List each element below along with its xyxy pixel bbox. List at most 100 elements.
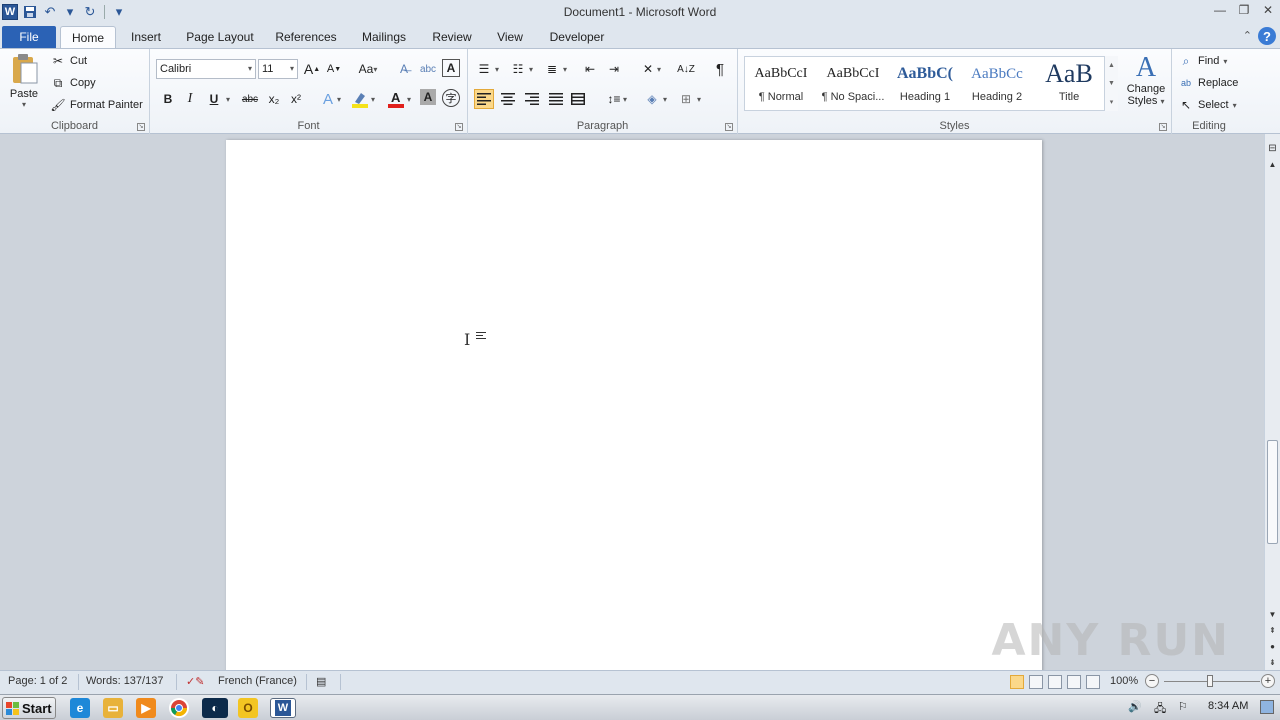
distributed-icon[interactable]	[568, 89, 588, 109]
previous-page-icon[interactable]: ⇞	[1265, 624, 1280, 636]
close-icon[interactable]: ✕	[1256, 0, 1280, 20]
font-size-box[interactable]: 11 ▾	[258, 59, 298, 79]
align-left-icon[interactable]	[474, 89, 494, 109]
select-button[interactable]: ↖ Select ▾	[1178, 95, 1237, 115]
zoom-out-icon[interactable]: −	[1145, 674, 1159, 688]
shading-icon[interactable]: ◈	[642, 89, 662, 109]
italic-button[interactable]: I	[180, 89, 200, 109]
paste-button[interactable]: Paste ▾	[6, 53, 42, 113]
tab-references[interactable]: References	[272, 26, 340, 48]
character-border-icon[interactable]: A	[442, 59, 460, 77]
font-color-dropdown-icon[interactable]: ▾	[404, 89, 414, 109]
scroll-down-icon[interactable]: ▼	[1265, 608, 1280, 620]
style-no-spacing[interactable]: AaBbCcI ¶ No Spaci...	[817, 57, 889, 110]
zoom-level[interactable]: 100%	[1110, 675, 1138, 687]
macro-recording-icon[interactable]: ▤	[316, 675, 326, 688]
document-page[interactable]: I	[226, 140, 1042, 670]
volume-icon[interactable]: 🔊	[1128, 700, 1142, 713]
borders-icon[interactable]: ⊞	[676, 89, 696, 109]
network-icon[interactable]: 🖧	[1154, 700, 1166, 719]
tab-page-layout[interactable]: Page Layout	[182, 26, 258, 48]
tab-file[interactable]: File	[2, 26, 56, 48]
tab-insert[interactable]: Insert	[126, 26, 166, 48]
tab-view[interactable]: View	[492, 26, 528, 48]
word-logo-icon[interactable]: W	[2, 4, 18, 20]
paste-dropdown-icon[interactable]: ▾	[6, 100, 42, 109]
styles-more-icon[interactable]: ▾	[1110, 98, 1114, 106]
ruler-toggle-icon[interactable]: ⊟	[1265, 142, 1280, 154]
language[interactable]: French (France)	[218, 675, 297, 687]
clock[interactable]: 8:34 AM	[1208, 700, 1248, 712]
shading-dropdown-icon[interactable]: ▾	[660, 89, 670, 109]
restore-icon[interactable]: ❐	[1232, 0, 1256, 20]
edge-icon[interactable]: ◐	[202, 698, 228, 718]
full-screen-reading-view-icon[interactable]	[1029, 675, 1043, 689]
word-count[interactable]: Words: 137/137	[86, 675, 163, 687]
document-area[interactable]: I ANY RUN	[0, 134, 1264, 670]
style-heading-2[interactable]: AaBbCc Heading 2	[961, 57, 1033, 110]
save-icon[interactable]	[22, 4, 38, 20]
scroll-thumb[interactable]	[1267, 440, 1278, 544]
change-case-button[interactable]: Aa ▾	[354, 59, 382, 79]
action-center-flag-icon[interactable]: ⚐	[1178, 700, 1188, 713]
word-taskbar-icon[interactable]: W	[270, 698, 296, 718]
paragraph-launcher-icon[interactable]: ↘	[725, 123, 733, 131]
outline-view-icon[interactable]	[1067, 675, 1081, 689]
vertical-scrollbar[interactable]: ⊟ ▲ ▼ ⇞ ● ⇟	[1264, 134, 1280, 670]
numbering-icon[interactable]: ☷	[508, 59, 528, 79]
page-count[interactable]: Page: 1 of 2	[8, 675, 67, 687]
sort-icon[interactable]: A↓Z	[676, 59, 696, 79]
replace-button[interactable]: ab Replace	[1178, 73, 1238, 93]
phonetic-guide-icon[interactable]: abc	[418, 59, 438, 79]
undo-icon[interactable]: ↶	[42, 4, 58, 20]
tab-mailings[interactable]: Mailings	[356, 26, 412, 48]
show-desktop-icon[interactable]	[1260, 700, 1274, 714]
file-explorer-icon[interactable]: ▭	[103, 698, 123, 718]
tab-developer[interactable]: Developer	[544, 26, 610, 48]
clear-formatting-icon[interactable]: A̶	[394, 59, 414, 79]
help-icon[interactable]: ?	[1258, 27, 1276, 45]
font-launcher-icon[interactable]: ↘	[455, 123, 463, 131]
grow-font-button[interactable]: A ▲	[302, 59, 322, 79]
line-spacing-dropdown-icon[interactable]: ▾	[620, 89, 630, 109]
chrome-icon[interactable]	[169, 698, 189, 718]
character-shading-icon[interactable]: A	[420, 89, 436, 105]
increase-indent-icon[interactable]: ⇥	[604, 59, 624, 79]
shrink-font-button[interactable]: A ▼	[324, 59, 344, 79]
undo-dropdown-icon[interactable]: ▾	[62, 4, 78, 20]
align-right-icon[interactable]	[522, 89, 542, 109]
align-center-icon[interactable]	[498, 89, 518, 109]
numbering-dropdown-icon[interactable]: ▾	[526, 59, 536, 79]
print-layout-view-icon[interactable]	[1010, 675, 1024, 689]
browse-object-icon[interactable]: ●	[1265, 640, 1280, 652]
underline-button[interactable]: U	[204, 89, 224, 109]
borders-dropdown-icon[interactable]: ▾	[694, 89, 704, 109]
scroll-up-icon[interactable]: ▲	[1265, 158, 1280, 170]
asian-layout-dropdown-icon[interactable]: ▾	[654, 59, 664, 79]
draft-view-icon[interactable]	[1086, 675, 1100, 689]
superscript-button[interactable]: x²	[286, 89, 306, 109]
change-styles-button[interactable]: A Change Styles ▾	[1124, 53, 1168, 108]
styles-launcher-icon[interactable]: ↘	[1159, 123, 1167, 131]
customize-qat-icon[interactable]: ▾	[111, 4, 127, 20]
proofing-icon[interactable]: ✓✎	[186, 675, 204, 688]
font-color-icon[interactable]: A	[386, 89, 406, 109]
font-size-dropdown-icon[interactable]: ▾	[290, 64, 294, 73]
style-title[interactable]: AaB Title	[1033, 57, 1105, 110]
style-normal[interactable]: AaBbCcI ¶ Normal	[745, 57, 817, 110]
text-effects-dropdown-icon[interactable]: ▾	[334, 89, 344, 109]
justify-icon[interactable]	[546, 89, 566, 109]
minimize-icon[interactable]: —	[1208, 0, 1232, 20]
subscript-button[interactable]: x₂	[264, 89, 284, 109]
multilevel-list-icon[interactable]: ≣	[542, 59, 562, 79]
strikethrough-button[interactable]: abc	[240, 89, 260, 109]
styles-scroll-up-icon[interactable]: ▲	[1108, 62, 1115, 69]
styles-scroll-down-icon[interactable]: ▼	[1108, 80, 1115, 87]
redo-icon[interactable]: ↻	[82, 4, 98, 20]
enclose-characters-icon[interactable]: 字	[442, 89, 460, 107]
internet-explorer-icon[interactable]: e	[70, 698, 90, 718]
minimize-ribbon-icon[interactable]: ⌃	[1243, 29, 1252, 42]
highlight-dropdown-icon[interactable]: ▾	[368, 89, 378, 109]
bullets-icon[interactable]: ☰	[474, 59, 494, 79]
decrease-indent-icon[interactable]: ⇤	[580, 59, 600, 79]
